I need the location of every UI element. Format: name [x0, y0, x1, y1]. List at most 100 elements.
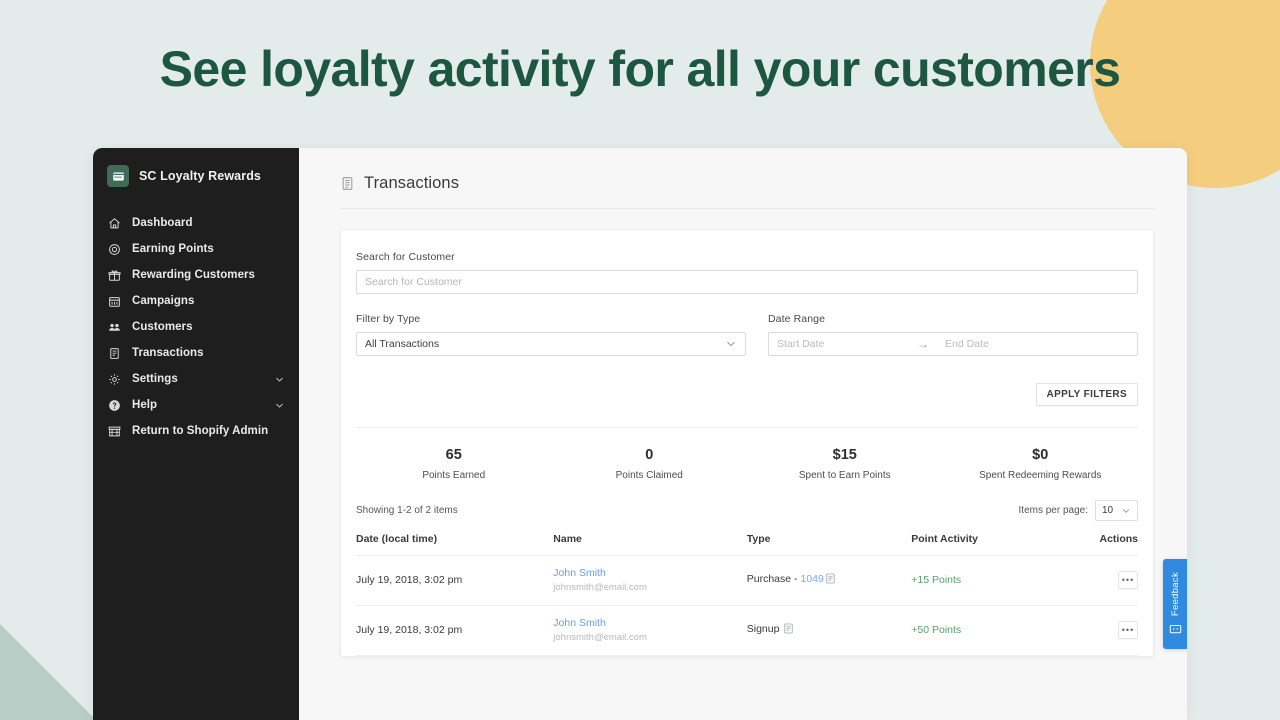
sidebar-item-return-to-shopify-admin[interactable]: Return to Shopify Admin — [93, 418, 299, 444]
type-filter-value: All Transactions — [365, 338, 440, 350]
note-icon — [784, 623, 794, 637]
sidebar-item-customers[interactable]: Customers — [93, 314, 299, 340]
people-icon — [108, 321, 121, 334]
sidebar-item-label: Transactions — [132, 347, 204, 359]
items-per-page-select[interactable]: 10 — [1095, 500, 1138, 521]
chevron-down-icon[interactable] — [274, 374, 285, 385]
column-header-date: Date (local time) — [356, 533, 554, 556]
sidebar-item-label: Campaigns — [132, 295, 195, 307]
sidebar-item-rewarding-customers[interactable]: Rewarding Customers — [93, 262, 299, 288]
stat-label: Spent to Earn Points — [798, 470, 891, 481]
page-title: See loyalty activity for all your custom… — [159, 41, 1121, 97]
store-icon — [108, 425, 121, 438]
sidebar-item-label: Help — [132, 399, 158, 411]
home-icon — [108, 217, 121, 230]
chat-icon — [1169, 623, 1182, 636]
cell-points: +15 Points — [911, 555, 1100, 606]
stat-label: Spent Redeeming Rewards — [979, 470, 1102, 481]
stat-value: 65 — [445, 447, 462, 463]
order-link[interactable]: 1049 — [800, 573, 823, 585]
brand-name: SC Loyalty Rewards — [139, 169, 261, 183]
feedback-label: Feedback — [1169, 572, 1181, 617]
items-per-page-label: Items per page: — [1018, 505, 1088, 516]
app-window: SC Loyalty Rewards Dashboard Earning Poi… — [93, 148, 1187, 720]
stat-value: 0 — [645, 447, 654, 463]
card-icon — [107, 165, 129, 187]
brand: SC Loyalty Rewards — [93, 159, 299, 193]
customer-email: johnsmith@email.com — [553, 582, 647, 593]
end-date-input[interactable]: End Date — [937, 338, 1137, 350]
sidebar-item-campaigns[interactable]: Campaigns — [93, 288, 299, 314]
sidebar-item-label: Rewarding Customers — [132, 269, 256, 281]
sidebar-item-help[interactable]: Help — [93, 392, 299, 418]
search-input[interactable] — [356, 270, 1138, 294]
sidebar-item-settings[interactable]: Settings — [93, 366, 299, 392]
sidebar-item-dashboard[interactable]: Dashboard — [93, 210, 299, 236]
column-header-name: Name — [553, 533, 747, 556]
transactions-table: Date (local time) Name Type Point Activi… — [356, 533, 1138, 656]
row-actions-button[interactable]: ••• — [1118, 571, 1138, 589]
date-range-control: Start Date → End Date — [768, 332, 1138, 356]
customer-link[interactable]: John Smith — [553, 567, 746, 579]
type-filter-label: Filter by Type — [356, 313, 421, 325]
decorative-triangle — [0, 624, 96, 720]
start-date-input[interactable]: Start Date — [769, 338, 909, 350]
apply-filters-button[interactable]: APPLY FILTERS — [1035, 383, 1138, 406]
cell-date: July 19, 2018, 3:02 pm — [356, 555, 554, 606]
chevron-down-icon[interactable] — [274, 400, 285, 411]
date-range-label: Date Range — [768, 313, 826, 325]
stat-value: $15 — [832, 447, 857, 463]
sidebar-item-label: Dashboard — [132, 217, 193, 229]
type-prefix: Purchase - — [746, 573, 801, 585]
showing-count: Showing 1-2 of 2 items — [356, 505, 458, 516]
page-title-text: Transactions — [364, 174, 460, 192]
column-header-points: Point Activity — [911, 533, 1100, 556]
table-row: July 19, 2018, 3:02 pm John Smith johnsm… — [356, 605, 1138, 656]
search-label: Search for Customer — [356, 251, 455, 263]
date-range-group: Date Range Start Date → End Date — [768, 313, 1138, 356]
type-filter-select[interactable]: All Transactions — [356, 332, 746, 356]
filter-row: Filter by Type All Transactions Date Ran… — [356, 313, 1138, 356]
cell-actions: ••• — [1099, 605, 1138, 656]
transactions-card: Search for Customer Filter by Type All T… — [340, 229, 1154, 657]
table-row: July 19, 2018, 3:02 pm John Smith johnsm… — [356, 555, 1138, 606]
gift-icon — [108, 269, 121, 282]
chevron-down-icon — [1121, 506, 1131, 516]
points-value: +50 Points — [911, 624, 962, 636]
cell-actions: ••• — [1099, 555, 1138, 606]
type-filter-group: Filter by Type All Transactions — [356, 313, 746, 356]
main-content: Transactions Search for Customer Filter … — [299, 148, 1187, 720]
sidebar-item-transactions[interactable]: Transactions — [93, 340, 299, 366]
sidebar: SC Loyalty Rewards Dashboard Earning Poi… — [93, 148, 299, 720]
row-actions-button[interactable]: ••• — [1118, 621, 1138, 639]
points-value: +15 Points — [911, 574, 962, 586]
items-per-page: Items per page: 10 — [1019, 500, 1138, 521]
feedback-tab[interactable]: Feedback — [1163, 559, 1187, 649]
cell-name: John Smith johnsmith@email.com — [553, 555, 747, 606]
sidebar-item-label: Earning Points — [132, 243, 214, 255]
cell-points: +50 Points — [911, 605, 1100, 656]
stat-label: Points Claimed — [615, 470, 683, 481]
stat-value: $0 — [1032, 447, 1049, 463]
page-header: Transactions — [340, 174, 1154, 209]
stats-row: 65 Points Earned 0 Points Claimed $15 Sp… — [356, 428, 1138, 497]
stat-spent-redeeming-rewards: $0 Spent Redeeming Rewards — [943, 447, 1139, 481]
document-icon — [108, 347, 121, 360]
column-header-actions: Actions — [1099, 533, 1138, 556]
help-circle-icon — [108, 399, 121, 412]
cell-name: John Smith johnsmith@email.com — [553, 605, 747, 656]
items-per-page-value: 10 — [1102, 505, 1114, 516]
range-arrow-icon: → — [917, 337, 929, 351]
sidebar-item-earning-points[interactable]: Earning Points — [93, 236, 299, 262]
stat-points-earned: 65 Points Earned — [356, 447, 552, 481]
chevron-down-icon — [725, 338, 737, 350]
search-field-group: Search for Customer — [356, 251, 1138, 294]
target-icon — [108, 243, 121, 256]
table-meta: Showing 1-2 of 2 items Items per page: 1… — [356, 500, 1138, 521]
cell-type: Signup — [746, 605, 912, 656]
sidebar-item-label: Customers — [132, 321, 193, 333]
stat-label: Points Earned — [422, 470, 486, 481]
type-prefix: Signup — [746, 623, 783, 635]
column-header-type: Type — [746, 533, 912, 556]
customer-link[interactable]: John Smith — [553, 617, 746, 629]
